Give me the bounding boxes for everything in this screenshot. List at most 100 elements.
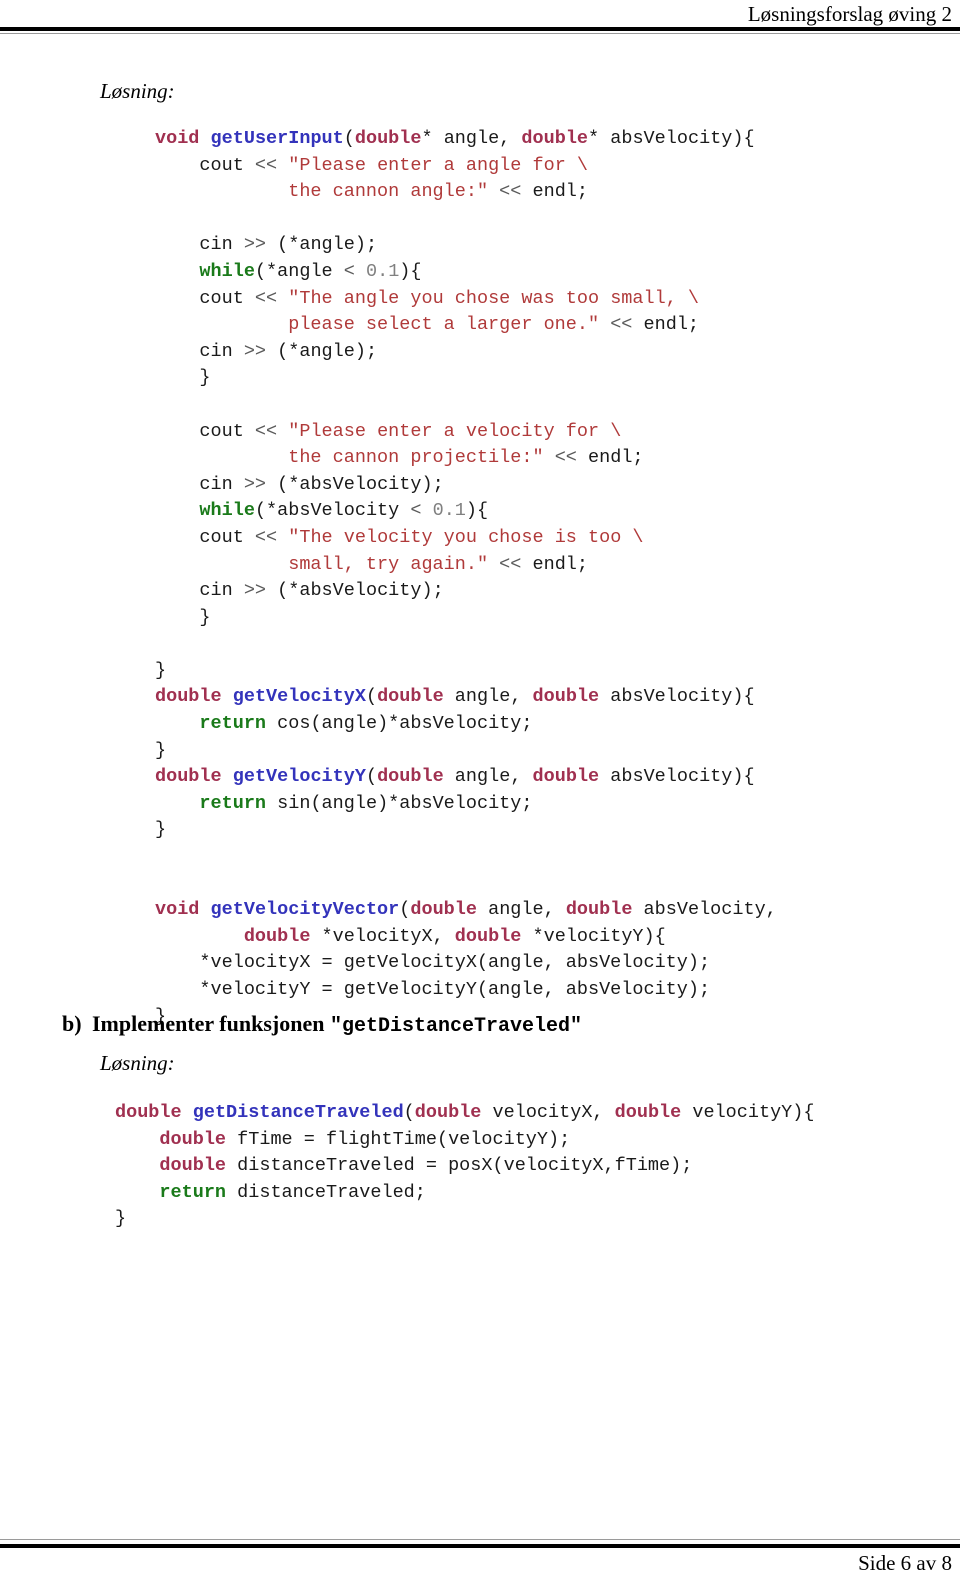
part-b-heading: b) Implementer funksjonen "getDistanceTra… — [62, 1010, 922, 1041]
code-line: } — [155, 365, 777, 392]
code-token-kw-ctrl: return — [199, 713, 267, 735]
code-token-kw-type: double — [532, 686, 600, 708]
code-token-plain: ( — [365, 766, 378, 788]
code-token-plain: ( — [399, 899, 411, 921]
code-line: cin >> (*absVelocity); — [155, 578, 777, 605]
code-line: cout << "The velocity you chose is too \ — [155, 525, 777, 552]
code-token-op: << — [254, 420, 278, 442]
code-token-plain: velocityY){ — [681, 1102, 815, 1123]
code-line: small, try again." << endl; — [155, 552, 777, 579]
code-token-op: >> — [243, 234, 267, 256]
code-token-num: 0.1 — [432, 500, 466, 522]
code-token-kw-ctrl: return — [159, 1181, 227, 1203]
code-line: *velocityX = getVelocityX(angle, absVelo… — [155, 950, 777, 977]
code-token-plain: * absVelocity){ — [588, 128, 755, 149]
code-token-kw-type: double — [155, 766, 222, 788]
code-line: cin >> (*angle); — [155, 339, 777, 366]
code-token-plain: ){ — [399, 260, 422, 282]
code-token-kw-type: double — [521, 128, 589, 149]
code-token-plain: absVelocity){ — [599, 686, 755, 708]
code-token-kw-type: double — [354, 128, 422, 149]
code-token-num: 0.1 — [365, 260, 400, 282]
code-line: double getVelocityY(double angle, double… — [155, 764, 777, 791]
code-token-plain: *velocityY){ — [521, 925, 666, 947]
code-line: cin >> (*angle); — [155, 232, 777, 259]
code-token-plain: angle, — [443, 686, 533, 708]
code-token-plain: (*angle — [254, 260, 344, 282]
code-token-plain: (*angle); — [266, 340, 378, 362]
code-token-kw-ctrl: while — [199, 260, 255, 282]
code-token-op: >> — [243, 340, 267, 362]
code-line: double distanceTraveled = posX(velocityX… — [115, 1153, 815, 1180]
code-line: please select a larger one." << endl; — [155, 312, 777, 339]
code-token-str: "Please enter a angle for \ — [288, 154, 588, 176]
code-line: the cannon angle:" << endl; — [155, 179, 777, 206]
code-token-plain: cos(angle)*absVelocity; — [266, 713, 533, 735]
code-token-plain: ){ — [465, 500, 489, 522]
part-b-text: Implementer funksjonen — [92, 1011, 330, 1036]
code-token-str: the cannon projectile:" — [155, 447, 544, 469]
code-token-plain: * angle, — [421, 128, 522, 149]
code-token-plain: velocityX, — [481, 1102, 615, 1123]
header-rule-thick — [0, 27, 960, 31]
code-token-str: "The angle you chose was too small, \ — [288, 287, 700, 309]
code-token-plain: angle, — [443, 766, 533, 788]
code-token-plain: distanceTraveled; — [226, 1181, 426, 1203]
code-token-kw-type: double — [115, 1102, 182, 1123]
solution-label-a: Løsning: — [100, 79, 175, 103]
code-token-kw-ctrl: return — [199, 792, 267, 814]
code-line: } — [115, 1206, 815, 1233]
code-token-plain: sin(angle)*absVelocity; — [266, 792, 533, 814]
code-token-plain: cout — [155, 420, 255, 442]
code-token-plain: cin — [155, 234, 244, 256]
code-line: cout << "Please enter a angle for \ — [155, 153, 777, 180]
code-token-op: << — [499, 553, 522, 575]
code-line: return distanceTraveled; — [115, 1180, 815, 1207]
part-b-quote-open: " — [329, 1015, 342, 1038]
code-token-plain: *velocityX, — [310, 925, 455, 947]
code-token-plain: *velocityY = getVelocityY(angle, absVelo… — [155, 979, 711, 1000]
code-token-str: "Please enter a velocity for \ — [288, 420, 622, 442]
code-token-op: << — [254, 526, 278, 548]
code-line: while(*absVelocity < 0.1){ — [155, 498, 777, 525]
code-token-plain: endl; — [576, 447, 644, 469]
code-block-getuserinput: void getUserInput(double* angle, double*… — [155, 126, 777, 1030]
code-token-plain: } — [155, 659, 167, 681]
code-token-plain: (*absVelocity); — [266, 473, 444, 495]
code-token-kw-type: double — [243, 925, 311, 947]
code-token-kw-type: double — [454, 925, 522, 947]
code-token-plain: fTime = flightTime(velocityY); — [226, 1128, 571, 1150]
code-token-kw-type: void — [155, 128, 200, 149]
code-token-op: >> — [243, 580, 267, 602]
code-token-fn: getVelocityY — [232, 766, 366, 788]
code-token-op: << — [554, 447, 577, 469]
code-token-plain: } — [155, 819, 167, 841]
code-line: *velocityY = getVelocityY(angle, absVelo… — [155, 977, 777, 1004]
code-token-plain: cin — [155, 580, 244, 602]
part-b-function-name: getDistanceTraveled — [341, 1015, 571, 1038]
